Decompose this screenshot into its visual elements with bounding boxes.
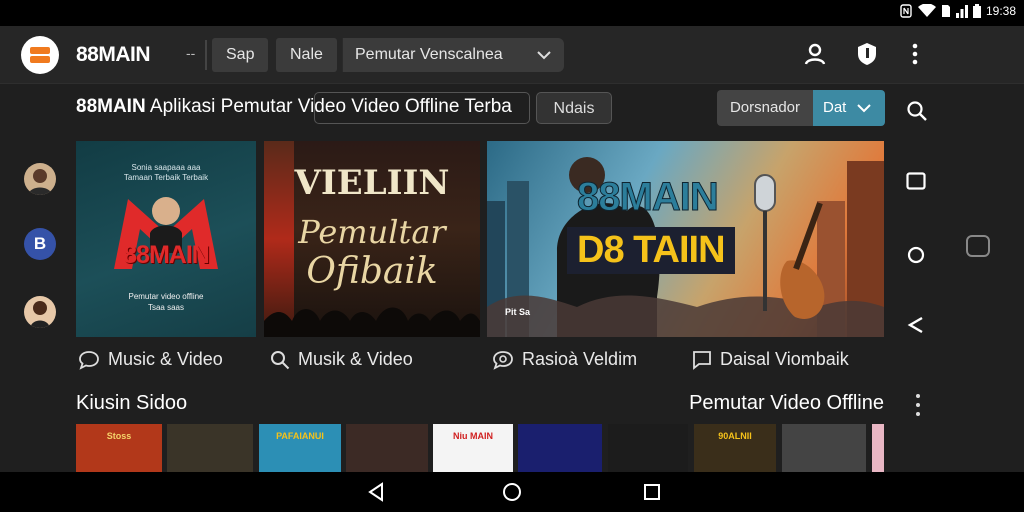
app-name: 88MAIN — [76, 43, 151, 66]
sort-control[interactable]: Dorsnador Dat — [717, 90, 885, 126]
video-thumbnail[interactable]: PAFAIANUI — [259, 424, 341, 472]
message-square-icon — [693, 350, 711, 370]
video-thumbnail[interactable]: Niu MAIN — [433, 424, 513, 472]
card-header: Sonia saapaaa aaa Tamaan Terbaik Terbaik — [123, 163, 209, 182]
video-thumbnail[interactable]: 90ALNII — [694, 424, 776, 472]
sort-dropdown[interactable]: Dat — [813, 90, 885, 126]
category-music-video[interactable]: Music & Video — [78, 349, 223, 370]
nav-back-icon[interactable] — [367, 482, 385, 502]
account-icon[interactable] — [804, 42, 826, 66]
card-title: VIELIIN — [294, 163, 450, 203]
circle-icon[interactable] — [906, 245, 926, 265]
featured-card[interactable]: Sonia saapaaa aaa Tamaan Terbaik Terbaik… — [76, 141, 256, 337]
separator-dash: -- — [186, 45, 196, 61]
card-subtitle: Pemutar video offline Tsaa saas — [128, 292, 204, 312]
more-vert-icon[interactable] — [913, 394, 923, 421]
chat-search-icon — [493, 350, 513, 370]
category-rasio-veldim[interactable]: Rasioà Veldim — [492, 349, 637, 370]
channel-icon[interactable]: B — [24, 228, 56, 260]
sim-icon — [941, 5, 950, 17]
signal-icon — [955, 5, 968, 18]
chat-bubble-icon — [79, 350, 99, 370]
title-highlight-box — [314, 92, 530, 124]
video-thumbnail[interactable] — [608, 424, 688, 472]
nav-home-icon[interactable] — [502, 482, 522, 502]
section-title: Kiusin Sidoo — [76, 392, 188, 414]
shield-icon[interactable] — [857, 42, 877, 66]
video-thumbnail[interactable] — [782, 424, 866, 472]
clock: 19:38 — [985, 4, 1016, 18]
dropdown-value: Pemutar Venscalnea — [355, 46, 503, 63]
wifi-icon — [917, 4, 936, 17]
chip-sap[interactable]: Sap — [212, 38, 269, 72]
chevron-down-icon — [857, 104, 871, 113]
app-logo[interactable] — [21, 36, 59, 74]
category-musik-video[interactable]: Musik & Video — [270, 349, 413, 370]
featured-card[interactable]: VIELIIN Pemultar Ofibaik — [264, 141, 480, 337]
divider — [205, 40, 207, 70]
home-button-icon[interactable] — [966, 235, 990, 257]
app-window: 88MAIN -- Sap Nale Pemutar Venscalnea 88… — [0, 26, 1024, 472]
category-daisal-viombaik[interactable]: Daisal Viombaik — [692, 349, 849, 370]
avatar[interactable] — [24, 163, 56, 195]
video-thumbnail[interactable] — [518, 424, 602, 472]
section-title-right[interactable]: Pemutar Video Offline — [689, 392, 884, 415]
avatar[interactable] — [24, 296, 56, 328]
video-thumbnail[interactable] — [167, 424, 253, 472]
card-brand: 88MAIN — [123, 241, 210, 269]
status-bar: 19:38 — [0, 0, 1024, 26]
player-dropdown[interactable]: Pemutar Venscalnea — [342, 38, 564, 72]
video-thumbnail[interactable] — [346, 424, 428, 472]
video-thumbnail[interactable] — [872, 424, 884, 472]
card-title: D8 TAIIN — [567, 227, 735, 274]
card-title: 88MAIN — [577, 175, 720, 220]
square-icon[interactable] — [906, 172, 926, 190]
featured-card[interactable]: 88MAIN D8 TAIIN Pit Sa — [487, 141, 884, 337]
top-bar: 88MAIN -- Sap Nale Pemutar Venscalnea — [0, 26, 1024, 84]
more-vert-icon[interactable] — [910, 42, 920, 66]
system-nav-bar — [0, 472, 1024, 512]
back-icon[interactable] — [906, 315, 926, 335]
chip-nale[interactable]: Nale — [276, 38, 337, 72]
page-title-brand: 88MAIN — [76, 96, 146, 117]
card-caption: Pit Sa — [505, 307, 531, 317]
sort-value: Dat — [823, 99, 847, 116]
sort-label[interactable]: Dorsnador — [717, 90, 813, 126]
crowd-silhouette — [264, 307, 480, 337]
battery-icon — [972, 4, 981, 18]
nav-recents-icon[interactable] — [643, 482, 661, 502]
chevron-down-icon — [537, 51, 551, 60]
card-title: Pemultar — [298, 213, 446, 251]
video-thumbnail[interactable]: Stoss — [76, 424, 162, 472]
search-icon — [271, 350, 290, 369]
search-icon[interactable] — [906, 100, 928, 122]
nfc-icon — [900, 4, 912, 18]
card-title: Ofibaik — [306, 251, 438, 292]
ndais-button[interactable]: Ndais — [536, 92, 612, 124]
